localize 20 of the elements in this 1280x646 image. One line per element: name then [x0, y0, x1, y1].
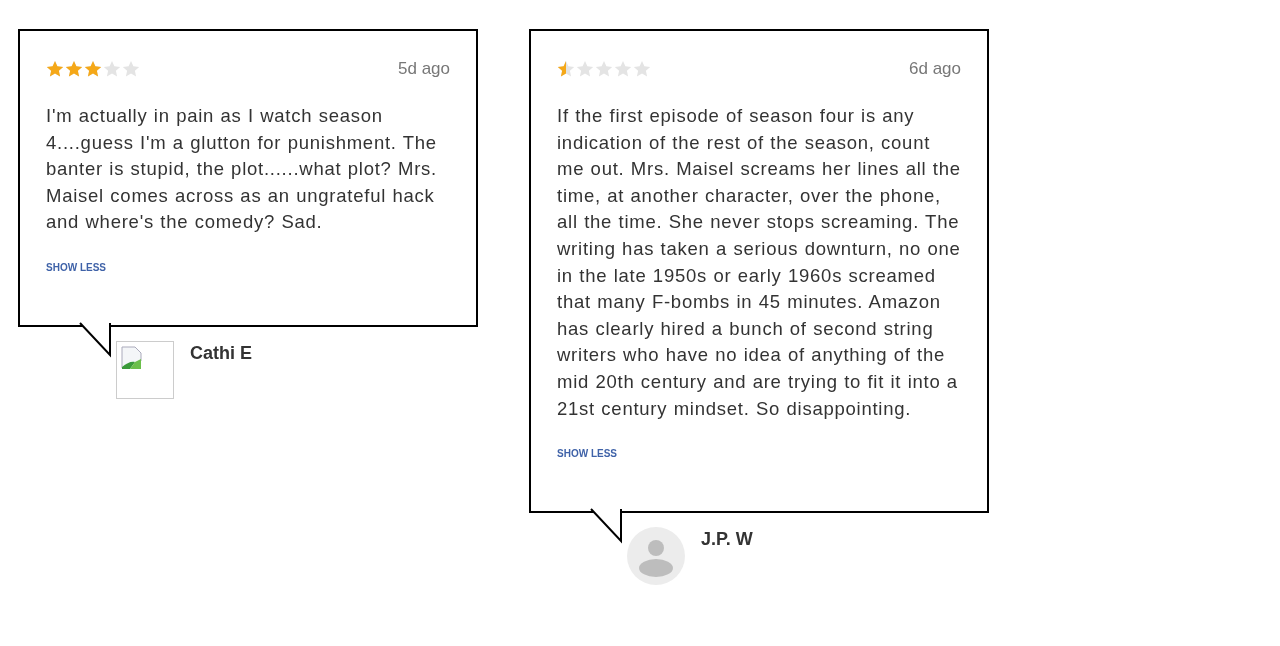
star-icon: [576, 60, 594, 78]
star-icon: [84, 60, 102, 78]
star-icon: [595, 60, 613, 78]
star-icon: [103, 60, 121, 78]
review-text: I'm actually in pain as I watch season 4....guess I'm a glutton for punishment. The banter is stupid, the plot......what plot? Mrs. Maisel comes across as an ungrateful hack and where's the comedy? Sad.: [46, 104, 438, 235]
author-name: J.P. W: [701, 529, 753, 551]
show-less-link[interactable]: SHOW LESS: [557, 448, 617, 460]
star-icon: [633, 60, 651, 78]
review-time: 6d ago: [909, 59, 961, 79]
star-icon: [65, 60, 83, 78]
show-less-link[interactable]: SHOW LESS: [46, 261, 106, 273]
star-icon: [46, 60, 64, 78]
author-name: Cathi E: [190, 342, 252, 364]
star-icon: [557, 60, 575, 78]
review-text: If the first episode of season four is any indication of the rest of the season, count me out. Mrs. Maisel screams her lines all the time, at another character, over the phone, all the time. She never stops screaming. The writing has taken a serious downturn, no one in the late 1950s or early 1960s screamed that many F-bombs in 45 minutes. Amazon has clearly hired a bunch of second string writers who have no idea of anything of the mid 20th century and are trying to fit it into a 21st century mindset. So disappointing.: [557, 104, 961, 421]
star-icon: [614, 60, 632, 78]
star-icon: [122, 60, 140, 78]
broken-image-icon: [116, 340, 174, 399]
review-time: 5d ago: [398, 59, 450, 79]
avatar-icon: [627, 527, 685, 586]
